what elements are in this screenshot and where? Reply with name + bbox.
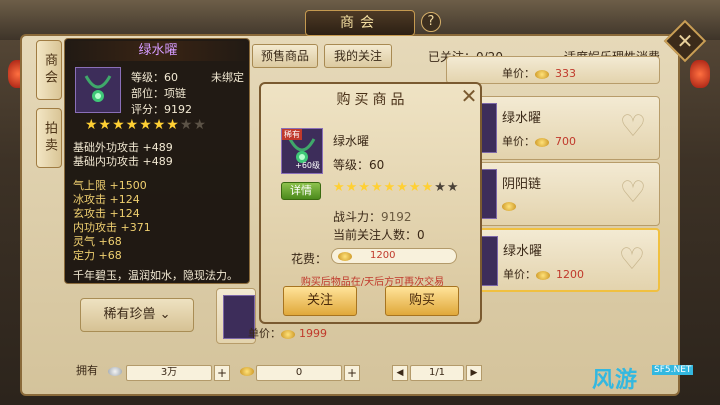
- gold-icon: [535, 69, 549, 79]
- next-page-button[interactable]: ▶: [466, 365, 482, 381]
- follow-button[interactable]: 关注: [283, 286, 357, 316]
- cost-label: 花费：: [291, 252, 328, 266]
- followers-row: 当前关注人数：0: [333, 228, 425, 242]
- tooltip-stars: ★★★★★★★★★: [85, 117, 207, 133]
- add-silver-button[interactable]: +: [214, 365, 230, 381]
- tooltip-title: 绿水曜: [65, 41, 251, 61]
- tooltip-bind: 未绑定: [211, 71, 244, 84]
- heart-icon[interactable]: ♡: [617, 177, 649, 209]
- rare-tag: 稀有: [282, 129, 302, 140]
- power-row: 战斗力：9192: [333, 210, 412, 224]
- category-dropdown[interactable]: 稀有珍兽 ⌄: [80, 298, 194, 332]
- silver-icon: [108, 367, 122, 376]
- watermark-logo: 风游: [592, 368, 639, 393]
- shop-title: 商会: [305, 10, 415, 36]
- dialog-stars: ★★★★★★★★★★: [333, 180, 460, 195]
- tab-presale[interactable]: 预售商品: [252, 44, 318, 68]
- tab-auction[interactable]: 拍卖: [36, 108, 62, 168]
- chevron-down-icon: ⌄: [159, 307, 171, 322]
- lantern-right: [690, 60, 710, 88]
- gold-icon: [536, 270, 550, 280]
- level-tag: +60级: [295, 161, 320, 170]
- buy-dialog: 购买商品 ✕ 稀有 +60级 绿水曜 等级：60 详情 ★★★★★★★★★★ 战…: [259, 82, 482, 324]
- necklace-icon: 稀有 +60级: [281, 128, 323, 174]
- item-name: 绿水曜: [502, 111, 542, 126]
- detail-button[interactable]: 详情: [281, 182, 321, 200]
- heart-icon[interactable]: ♡: [617, 111, 649, 143]
- buy-button[interactable]: 购买: [385, 286, 459, 316]
- necklace-icon: [75, 67, 121, 113]
- attr-line: 定力 +68: [73, 249, 122, 262]
- item-price: 单价： 333: [502, 67, 576, 80]
- item-price: [502, 199, 516, 212]
- item-price: 单价： 700: [502, 135, 576, 148]
- item-price: 单价： 1200: [503, 268, 584, 281]
- gold-amount: 0: [256, 365, 342, 381]
- tooltip-description: 千年碧玉，温润如水，隐现法力。: [73, 269, 238, 282]
- dialog-item-level: 等级：60: [333, 158, 385, 172]
- close-dialog-icon[interactable]: ✕: [459, 86, 479, 106]
- close-icon: ✕: [676, 29, 694, 53]
- dialog-title: 购买商品: [336, 92, 409, 108]
- tooltip-slot: 部位：项链: [131, 87, 186, 100]
- help-icon[interactable]: ?: [421, 12, 441, 32]
- tab-my-follow[interactable]: 我的关注: [324, 44, 392, 68]
- item-tooltip: 绿水曜 等级：60 未绑定 部位：项链 评分：9192 ★★★★★★★★★ 基础…: [64, 38, 251, 284]
- item-name: 绿水曜: [503, 244, 543, 259]
- base-attr-2: 基础内功攻击 +489: [73, 155, 173, 168]
- cost-field: 1200: [331, 248, 457, 264]
- tooltip-level: 等级：60: [131, 71, 178, 84]
- item-name: 阴阳链: [502, 177, 542, 192]
- gold-icon: [535, 137, 549, 147]
- silver-amount: 3万: [126, 365, 212, 381]
- gold-icon: [502, 201, 516, 211]
- tab-shop[interactable]: 商会: [36, 40, 62, 100]
- watermark-site: SF5.NET: [652, 365, 694, 375]
- game-scene: 商会 ? ✕ 商会 拍卖 预售商品 我的关注 已关注：0/20 适度娱乐理性消费…: [0, 0, 720, 405]
- item-price: 单价： 1999: [248, 327, 327, 340]
- add-gold-button[interactable]: +: [344, 365, 360, 381]
- tooltip-score: 评分：9192: [131, 103, 192, 116]
- owned-label: 拥有: [76, 364, 98, 377]
- gold-icon: [281, 329, 295, 339]
- gold-icon: [240, 367, 254, 376]
- page-indicator: 1/1: [410, 365, 464, 381]
- dialog-item-name: 绿水曜: [333, 134, 370, 148]
- item-card[interactable]: 单价： 333: [446, 56, 660, 84]
- gold-icon: [338, 252, 352, 261]
- heart-icon[interactable]: ♡: [616, 244, 648, 276]
- prev-page-button[interactable]: ◀: [392, 365, 408, 381]
